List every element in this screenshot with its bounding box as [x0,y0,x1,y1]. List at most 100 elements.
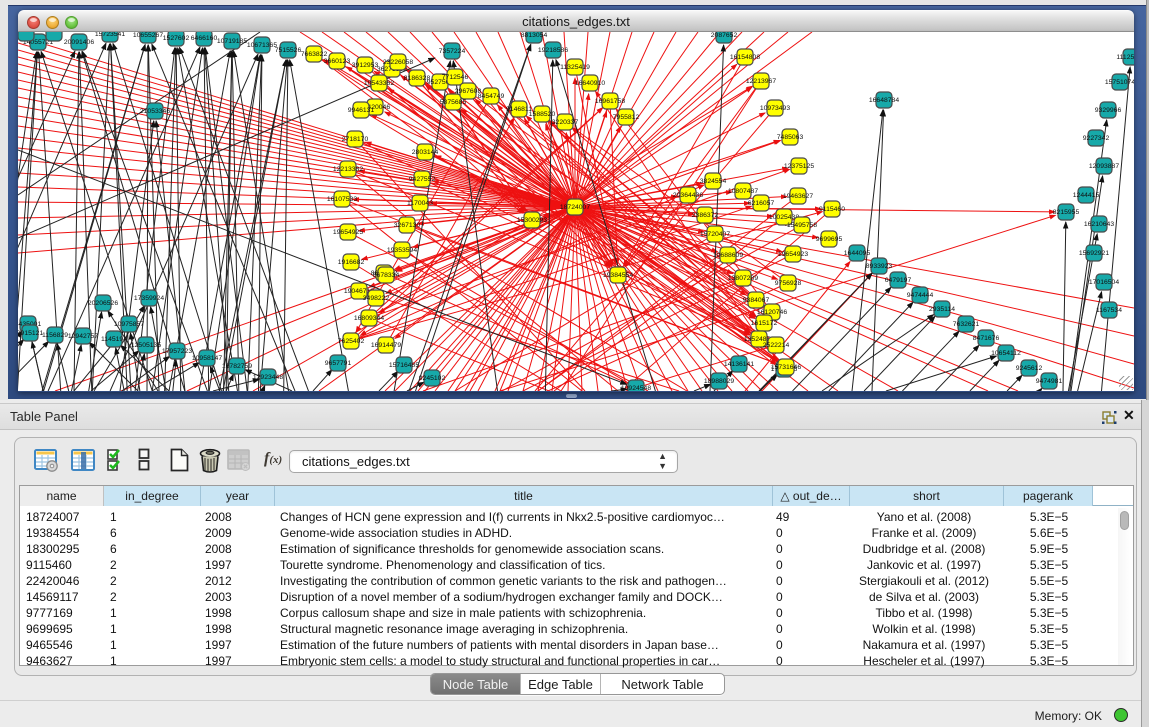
svg-text:15751074: 15751074 [1105,79,1134,86]
svg-text:7632621: 7632621 [953,321,980,328]
svg-text:9946131: 9946131 [348,107,375,114]
svg-text:16809344: 16809344 [354,315,384,322]
svg-text:16648784: 16648784 [869,97,899,104]
svg-text:1916682: 1916682 [338,259,365,266]
svg-text:15716485: 15716485 [389,362,419,369]
svg-text:3267130: 3267130 [394,222,421,229]
svg-text:10975857: 10975857 [114,321,144,328]
svg-text:1145194: 1145194 [101,336,127,343]
svg-text:7663822: 7663822 [301,51,328,58]
svg-text:3220337: 3220337 [552,119,579,126]
svg-text:3660123: 3660123 [324,58,351,65]
svg-text:11125439: 11125439 [1116,54,1134,61]
svg-text:6466160: 6466160 [191,35,218,42]
svg-text:9699695: 9699695 [816,236,843,243]
svg-text:1170043: 1170043 [407,200,433,207]
svg-text:2087652: 2087652 [711,32,738,39]
svg-text:10924548: 10924548 [621,385,651,391]
svg-text:18724007: 18724007 [560,204,590,211]
svg-text:16210643: 16210643 [1084,221,1114,228]
svg-text:9474444: 9474444 [907,292,934,299]
svg-text:8933923: 8933923 [866,263,893,270]
svg-text:19654925: 19654925 [333,229,363,236]
svg-text:16107533: 16107533 [327,196,357,203]
svg-text:9245102: 9245102 [419,375,446,382]
svg-text:15300293: 15300293 [517,217,547,224]
svg-text:17016504: 17016504 [1089,279,1119,286]
svg-text:6479197: 6479197 [885,277,912,284]
svg-text:1588520: 1588520 [529,111,556,118]
svg-text:10958147: 10958147 [192,355,222,362]
svg-text:9245612: 9245612 [1016,365,1043,372]
svg-text:20091406: 20091406 [64,39,94,46]
svg-text:19218586: 19218586 [538,47,568,54]
svg-text:8454749: 8454749 [478,93,505,100]
svg-text:7955812: 7955812 [613,114,640,121]
svg-text:2935114: 2935114 [929,306,955,313]
svg-text:16914479: 16914479 [371,342,401,349]
svg-text:19384554: 19384554 [603,272,633,279]
svg-text:15720407: 15720407 [700,231,730,238]
svg-text:1615172: 1615172 [751,320,778,327]
svg-text:1156829: 1156829 [42,332,68,339]
svg-text:15495758: 15495758 [787,222,817,229]
svg-text:15692921: 15692921 [1079,250,1109,257]
svg-text:19353594: 19353594 [387,247,417,254]
svg-text:1527602: 1527602 [163,35,190,42]
svg-text:9474981: 9474981 [1036,378,1063,385]
svg-text:12923448: 12923448 [253,374,283,381]
svg-text:8471676: 8471676 [973,335,1000,342]
svg-text:9329966: 9329966 [1095,107,1122,114]
svg-text:9384067: 9384067 [743,297,770,304]
svg-text:12375125: 12375125 [784,163,814,170]
svg-text:19463627: 19463627 [783,193,813,200]
svg-text:7485063: 7485063 [777,134,804,141]
svg-text:7515526: 7515526 [275,47,302,54]
svg-text:2718170: 2718170 [342,136,369,143]
svg-text:12942757: 12942757 [68,333,98,340]
svg-text:16961758: 16961758 [595,98,625,105]
svg-text:18988029: 18988029 [704,378,734,385]
svg-text:21053346: 21053346 [140,108,170,115]
svg-text:15723541: 15723541 [95,32,125,38]
svg-text:10654112: 10654112 [991,350,1021,357]
svg-text:3824554: 3824554 [700,178,727,185]
svg-text:2386372: 2386372 [692,212,719,219]
svg-text:9756928: 9756928 [775,280,802,287]
svg-text:10671365: 10671365 [247,42,277,49]
svg-text:17957223: 17957223 [162,348,192,355]
svg-text:19654923: 19654923 [778,251,808,258]
svg-text:7712546: 7712546 [442,74,469,81]
svg-text:6216057: 6216057 [748,200,775,207]
svg-text:10807487: 10807487 [728,188,758,195]
svg-text:13807289: 13807289 [728,275,758,282]
svg-text:10973493: 10973493 [760,105,790,112]
svg-text:2522214: 2522214 [763,342,790,349]
svg-text:8678334: 8678334 [373,272,400,279]
svg-text:17359924: 17359924 [134,295,164,302]
svg-text:20364436: 20364436 [673,192,703,199]
svg-text:7625402: 7625402 [338,338,365,345]
svg-text:7357224: 7357224 [439,48,466,55]
svg-text:16154808: 16154808 [730,54,760,61]
svg-text:2803144: 2803144 [412,149,439,156]
svg-text:10719185: 10719185 [217,38,247,45]
svg-text:20206526: 20206526 [88,300,118,307]
svg-text:14136141: 14136141 [724,361,754,368]
svg-text:9115460: 9115460 [819,206,845,213]
svg-text:16782759: 16782759 [222,363,252,370]
svg-text:12093887: 12093887 [1089,163,1119,170]
svg-text:9427552: 9427552 [409,176,436,183]
svg-text:11325419: 11325419 [560,64,590,71]
svg-text:3912953: 3912953 [352,62,379,69]
svg-text:5875685: 5875685 [440,99,467,106]
svg-text:12213382: 12213382 [333,166,363,173]
svg-text:1167534: 1167534 [1096,307,1122,314]
svg-text:9227342: 9227342 [1083,135,1110,142]
svg-text:1644095: 1644095 [844,250,871,257]
svg-text:10655267: 10655267 [133,32,163,39]
svg-text:16640910: 16640910 [575,80,605,87]
svg-text:10688609: 10688609 [713,252,743,259]
svg-text:12505135: 12505135 [131,342,161,349]
svg-text:1244415: 1244415 [1073,192,1100,199]
